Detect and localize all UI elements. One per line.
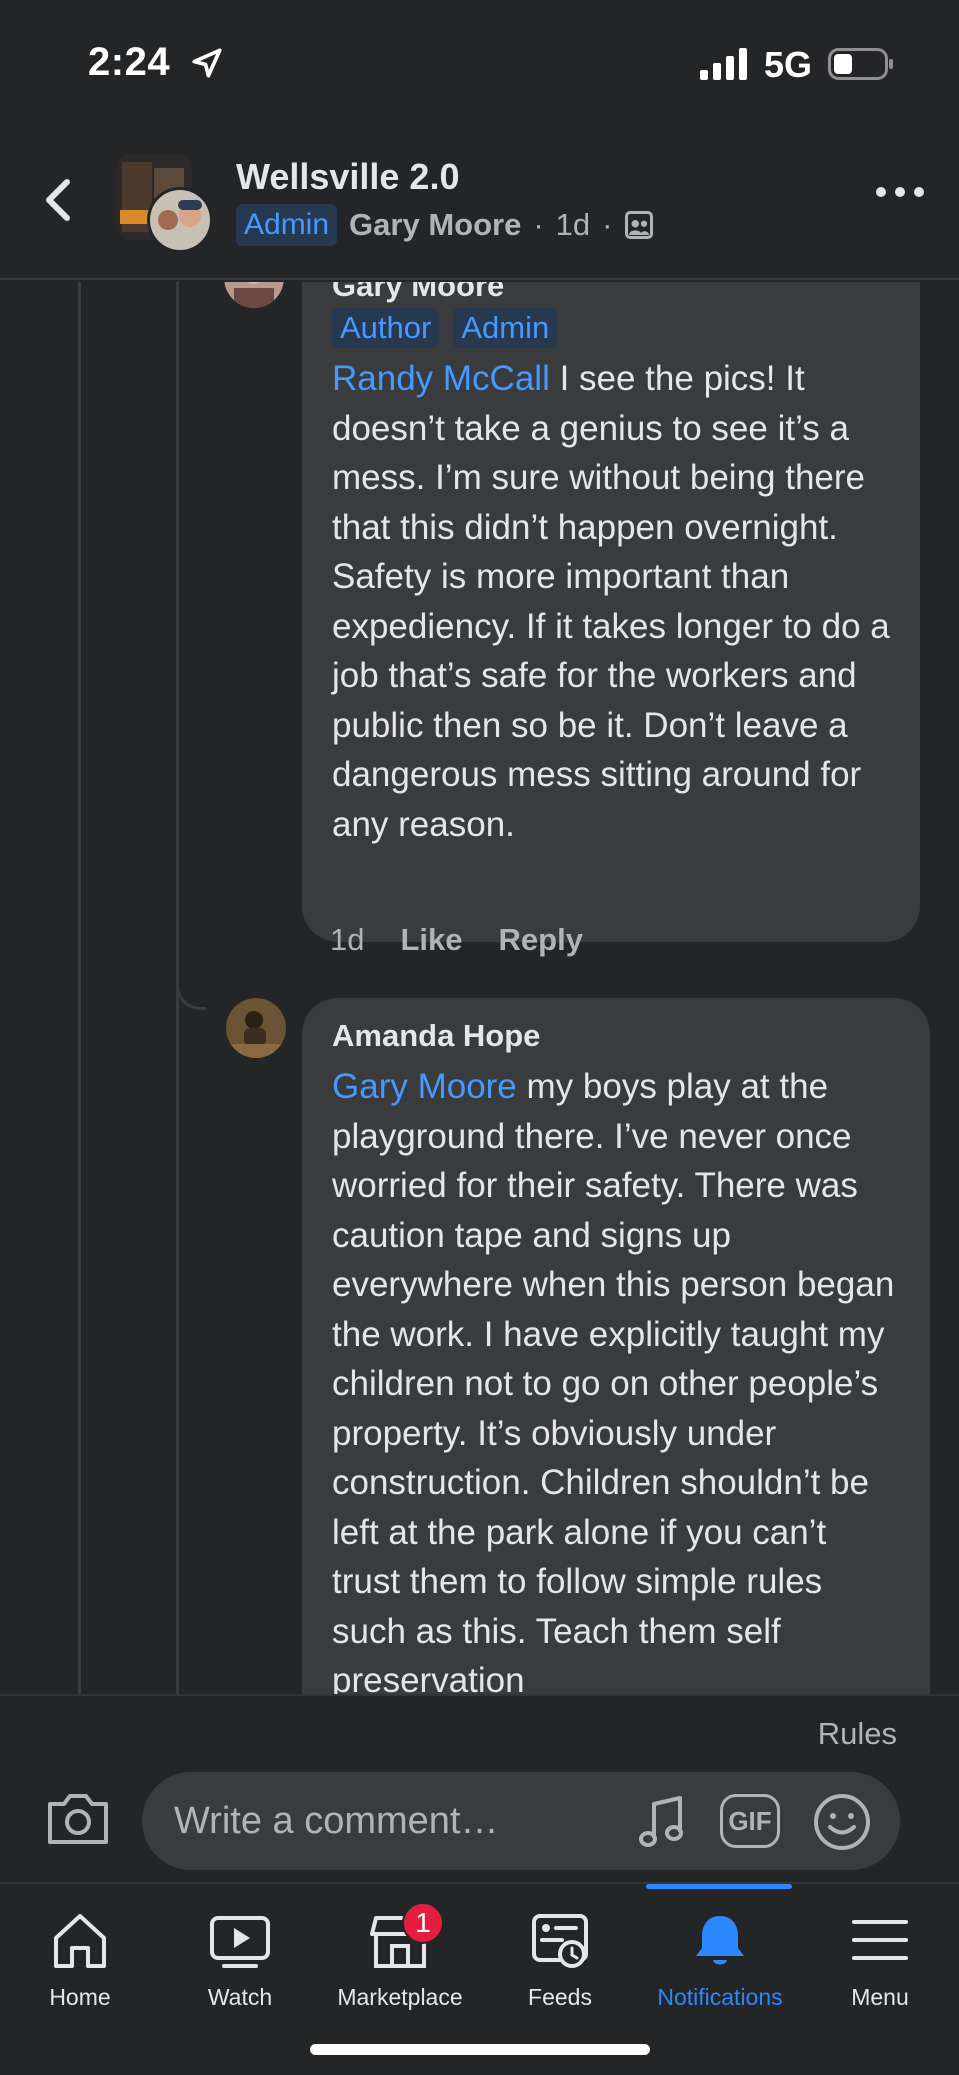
comment-time: 1d [330, 922, 365, 957]
post-time: 1d [555, 207, 591, 242]
avatar[interactable] [226, 998, 286, 1058]
home-indicator[interactable] [310, 2044, 650, 2055]
video-icon [210, 1916, 270, 1968]
post-author[interactable]: Gary Moore [349, 207, 521, 243]
tab-label: Home [49, 1984, 111, 2010]
emoji-icon[interactable] [812, 1792, 872, 1852]
bell-icon [696, 1916, 744, 1965]
network-type: 5G [764, 44, 813, 85]
admin-badge: Admin [236, 204, 338, 246]
home-icon [54, 1914, 106, 1968]
reply-connector [176, 982, 206, 1010]
tab-menu[interactable]: Menu [800, 1884, 959, 2024]
meta-separator: · [533, 207, 544, 242]
comment-bubble: Amanda Hope Gary Moore my boys play at t… [302, 998, 930, 1694]
group-avatar[interactable] [116, 154, 216, 254]
comment-body: my boys play at the playground there. I’… [332, 1067, 895, 1694]
meta-separator: · [602, 207, 613, 242]
gif-button[interactable]: GIF [720, 1794, 780, 1848]
comment-text: Gary Moore my boys play at the playgroun… [332, 1062, 902, 1694]
mention-link[interactable]: Randy McCall [332, 359, 550, 398]
avatar[interactable] [224, 282, 284, 308]
thread-line [78, 282, 81, 1694]
mention-link[interactable]: Gary Moore [332, 1067, 517, 1106]
tab-marketplace[interactable]: 1 Marketplace [320, 1884, 480, 2024]
like-button[interactable]: Like [400, 922, 462, 958]
tab-label: Menu [851, 1984, 909, 2010]
comment-composer[interactable]: GIF [142, 1772, 900, 1870]
comment-composer-area: Rules GIF [0, 1694, 959, 1882]
tab-home[interactable]: Home [0, 1884, 160, 2024]
comment-author[interactable]: Gary Moore [332, 282, 892, 306]
hamburger-menu-icon [852, 1920, 908, 1960]
dot [895, 187, 905, 197]
group-title[interactable]: Wellsville 2.0 [236, 156, 459, 198]
marketplace-icon-wrap: 1 [368, 1902, 444, 1972]
post-meta: Admin Gary Moore · 1d · [236, 204, 654, 246]
reply-button[interactable]: Reply [499, 922, 583, 958]
comment-text: Randy McCall I see the pics! It doesn’t … [332, 354, 892, 849]
tab-watch[interactable]: Watch [160, 1884, 320, 2024]
battery-icon [828, 48, 893, 80]
comment-author[interactable]: Amanda Hope [332, 1016, 902, 1056]
feeds-icon [532, 1914, 588, 1968]
status-time: 2:24 [88, 40, 171, 84]
admin-badge: Admin [453, 308, 558, 348]
status-bar: 2:24 5G [0, 0, 959, 120]
comment-thread: Gary Moore Author Admin Randy McCall I s… [0, 282, 959, 1694]
tab-feeds[interactable]: Feeds [480, 1884, 640, 2024]
tab-label: Feeds [528, 1984, 592, 2010]
music-note-icon[interactable] [632, 1792, 692, 1852]
author-badge: Author [332, 308, 440, 348]
more-options-button[interactable] [876, 180, 924, 204]
cell-signal-icon [700, 48, 747, 80]
comment-body: I see the pics! It doesn’t take a genius… [332, 359, 890, 844]
group-post-header: Wellsville 2.0 Admin Gary Moore · 1d · [0, 120, 959, 280]
tab-label: Notifications [657, 1984, 783, 2010]
comment-input[interactable] [174, 1772, 614, 1870]
tab-notifications[interactable]: Notifications [640, 1884, 800, 2024]
chevron-left-icon [46, 179, 70, 221]
comment-bubble: Gary Moore Author Admin Randy McCall I s… [302, 282, 920, 942]
dot [914, 187, 924, 197]
camera-icon[interactable] [44, 1788, 112, 1848]
dot [876, 187, 886, 197]
tab-label: Watch [207, 1984, 273, 2010]
rules-link[interactable]: Rules [818, 1716, 897, 1752]
comment-badges: Author Admin [332, 308, 892, 348]
location-arrow-icon [192, 48, 222, 78]
group-members-icon [625, 211, 654, 239]
comment-actions: 1d Like Reply [330, 922, 583, 958]
tab-label: Marketplace [337, 1984, 463, 2010]
notification-count-badge: 1 [402, 1902, 444, 1944]
back-button[interactable] [36, 170, 80, 230]
